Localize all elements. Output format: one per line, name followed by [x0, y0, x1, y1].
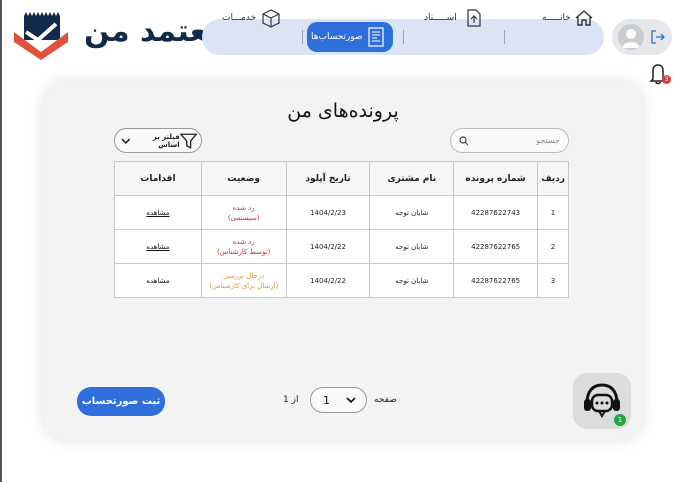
nav-services-label: خدمـــات: [222, 13, 257, 23]
status-detail: (توسط کارشناس): [217, 247, 271, 256]
row-customer: شایان توجه: [369, 229, 455, 264]
nav-divider: [403, 30, 404, 44]
row-status: رد شده (توسط کارشناس): [200, 229, 287, 264]
view-link[interactable]: مشاهده: [146, 243, 169, 251]
filter-icon: [179, 133, 197, 149]
pager-total: از 1: [283, 395, 299, 405]
header-customer: نام مشتری: [369, 161, 455, 196]
page-title: پرونده‌های من: [287, 100, 399, 122]
view-link[interactable]: مشاهده: [146, 209, 169, 217]
user-icon: [622, 29, 640, 48]
search-input[interactable]: [480, 136, 560, 145]
header-file-number: شماره پرونده: [453, 161, 539, 196]
brand-logo[interactable]: معتمد من: [12, 10, 225, 62]
notification-badge: 3: [662, 75, 671, 84]
header-status: وضعیت: [200, 161, 287, 196]
view-link[interactable]: مشاهده: [146, 277, 169, 285]
search-box[interactable]: [450, 128, 569, 153]
row-actions: مشاهده: [114, 229, 202, 264]
row-date: 1404/2/23: [285, 195, 371, 230]
nav-invoices[interactable]: صورتحساب‌ها: [307, 22, 393, 52]
row-actions: مشاهده: [114, 263, 202, 298]
row-file-number: 42287622765: [453, 229, 539, 264]
row-index: 3: [537, 263, 569, 298]
row-index: 2: [537, 229, 569, 264]
status-text: رد شده: [232, 237, 255, 246]
header-actions: اقدامات: [114, 161, 202, 196]
invoice-icon: [365, 26, 387, 48]
nav-invoices-label: صورتحساب‌ها: [311, 32, 363, 42]
window-edge: [0, 0, 2, 482]
support-badge: 1: [614, 414, 626, 426]
row-actions: مشاهده: [114, 195, 202, 230]
search-icon: [459, 135, 469, 145]
nav-divider: [302, 30, 303, 44]
status-text: درحال بررسی: [223, 271, 265, 280]
row-customer: شایان توجه: [369, 195, 455, 230]
filter-label: فیلتر بر اساس: [152, 132, 180, 149]
table-header-row: ردیف شماره پرونده نام مشتری تاریخ آپلود …: [114, 161, 569, 196]
pager-label: صفحه: [374, 395, 397, 405]
submit-invoice-button[interactable]: ثبت صورتحساب: [77, 387, 165, 416]
nav-home-label: خانـــــه: [542, 13, 571, 23]
status-text: رد شده: [232, 203, 255, 212]
filter-dropdown[interactable]: فیلتر بر اساس: [114, 128, 202, 153]
row-date: 1404/2/22: [285, 229, 371, 264]
row-file-number: 42287622743: [453, 195, 539, 230]
row-file-number: 42287622765: [453, 263, 539, 298]
avatar[interactable]: [618, 24, 644, 50]
row-status: درحال بررسی (ارسال برای کارشناس): [200, 263, 287, 298]
nav-divider: [504, 30, 505, 44]
page-select[interactable]: 1: [310, 387, 367, 413]
chevron-down-icon: [346, 397, 356, 404]
logo-mark-icon: [14, 12, 68, 60]
row-status: رد شده (سیستمی): [200, 195, 287, 230]
header-upload-date: تاریخ آپلود: [285, 161, 371, 196]
status-detail: (ارسال برای کارشناس): [209, 281, 279, 290]
page-current: 1: [323, 393, 330, 407]
home-icon: [573, 7, 595, 29]
row-date: 1404/2/22: [285, 263, 371, 298]
nav-home[interactable]: خانـــــه: [542, 3, 595, 33]
files-table: ردیف شماره پرونده نام مشتری تاریخ آپلود …: [114, 161, 569, 298]
nav-services[interactable]: خدمـــات: [222, 3, 282, 33]
logout-icon[interactable]: [650, 29, 666, 45]
row-index: 1: [537, 195, 569, 230]
row-customer: شایان توجه: [369, 263, 455, 298]
table-row: 3 42287622765 شایان توجه 1404/2/22 درحال…: [114, 263, 569, 298]
nav-documents[interactable]: اســـــناد: [424, 3, 485, 33]
status-detail: (سیستمی): [227, 213, 260, 222]
box-icon: [260, 7, 282, 29]
header-index: ردیف: [537, 161, 569, 196]
document-upload-icon: [463, 7, 485, 29]
table-row: 2 42287622765 شایان توجه 1404/2/22 رد شد…: [114, 229, 569, 264]
table-row: 1 42287622743 شایان توجه 1404/2/23 رد شد…: [114, 195, 569, 230]
chevron-down-icon: [121, 138, 131, 144]
nav-documents-label: اســـــناد: [424, 13, 457, 23]
